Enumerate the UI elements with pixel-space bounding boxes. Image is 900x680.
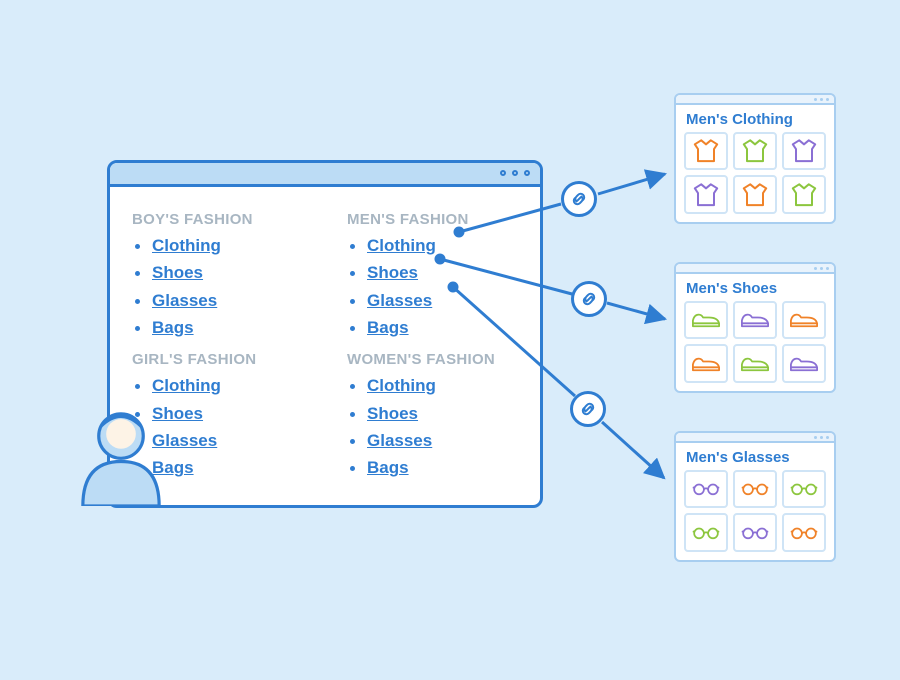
mini-title: Men's Shoes bbox=[676, 274, 834, 301]
shirt-icon bbox=[782, 175, 826, 213]
link-boys-clothing[interactable]: Clothing bbox=[152, 236, 221, 255]
link-icon bbox=[570, 391, 606, 427]
mini-title: Men's Clothing bbox=[676, 105, 834, 132]
window-controls bbox=[500, 170, 530, 176]
mini-window-shoes: Men's Shoes bbox=[674, 262, 836, 393]
shirt-icon bbox=[684, 132, 728, 170]
link-mens-bags[interactable]: Bags bbox=[367, 318, 409, 337]
section-heading-womens: WOMEN'S FASHION bbox=[347, 351, 522, 368]
link-womens-shoes[interactable]: Shoes bbox=[367, 404, 418, 423]
link-mens-glasses[interactable]: Glasses bbox=[367, 291, 432, 310]
section-heading-boys: BOY'S FASHION bbox=[132, 211, 307, 228]
shirt-icon bbox=[684, 175, 728, 213]
mini-title: Men's Glasses bbox=[676, 443, 834, 470]
user-avatar bbox=[68, 400, 174, 506]
boys-links: Clothing Shoes Glasses Bags bbox=[132, 232, 307, 341]
shoe-icon bbox=[684, 344, 728, 382]
link-girls-clothing[interactable]: Clothing bbox=[152, 376, 221, 395]
mini-window-glasses: Men's Glasses bbox=[674, 431, 836, 562]
link-mens-clothing[interactable]: Clothing bbox=[367, 236, 436, 255]
link-womens-glasses[interactable]: Glasses bbox=[367, 431, 432, 450]
link-womens-bags[interactable]: Bags bbox=[367, 458, 409, 477]
link-icon bbox=[571, 281, 607, 317]
link-mens-shoes[interactable]: Shoes bbox=[367, 263, 418, 282]
glasses-icon bbox=[733, 470, 777, 508]
shirt-icon bbox=[733, 175, 777, 213]
shoe-icon bbox=[782, 344, 826, 382]
glasses-icon bbox=[733, 513, 777, 551]
shirt-icon bbox=[733, 132, 777, 170]
section-heading-girls: GIRL'S FASHION bbox=[132, 351, 307, 368]
glasses-icon bbox=[782, 470, 826, 508]
link-icon bbox=[561, 181, 597, 217]
section-heading-mens: MEN'S FASHION bbox=[347, 211, 522, 228]
link-boys-glasses[interactable]: Glasses bbox=[152, 291, 217, 310]
glasses-icon bbox=[782, 513, 826, 551]
shoe-icon bbox=[733, 301, 777, 339]
mini-titlebar bbox=[676, 264, 834, 274]
link-boys-bags[interactable]: Bags bbox=[152, 318, 194, 337]
mini-grid bbox=[676, 301, 834, 391]
mens-links: Clothing Shoes Glasses Bags bbox=[347, 232, 522, 341]
shoe-icon bbox=[684, 301, 728, 339]
glasses-icon bbox=[684, 513, 728, 551]
shoe-icon bbox=[733, 344, 777, 382]
main-titlebar bbox=[110, 163, 540, 187]
mini-grid bbox=[676, 132, 834, 222]
shirt-icon bbox=[782, 132, 826, 170]
glasses-icon bbox=[684, 470, 728, 508]
mini-grid bbox=[676, 470, 834, 560]
mini-window-clothing: Men's Clothing bbox=[674, 93, 836, 224]
mini-titlebar bbox=[676, 95, 834, 105]
link-womens-clothing[interactable]: Clothing bbox=[367, 376, 436, 395]
link-boys-shoes[interactable]: Shoes bbox=[152, 263, 203, 282]
womens-links: Clothing Shoes Glasses Bags bbox=[347, 372, 522, 481]
shoe-icon bbox=[782, 301, 826, 339]
mini-titlebar bbox=[676, 433, 834, 443]
